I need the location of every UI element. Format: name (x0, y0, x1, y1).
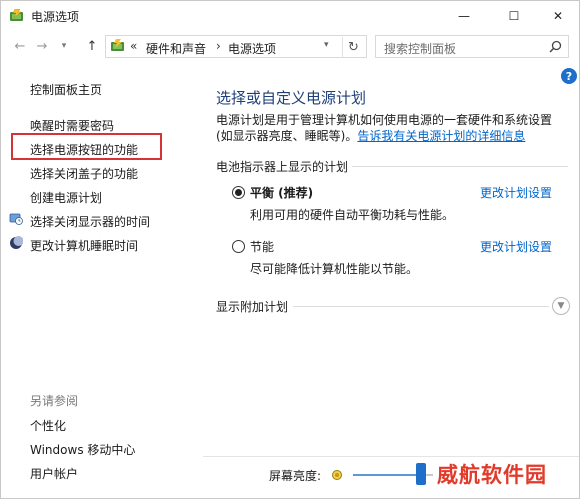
expand-chevron-icon[interactable]: ▼ (552, 297, 570, 315)
sidebar-item-create-plan[interactable]: 创建电源计划 (30, 189, 102, 206)
back-button[interactable]: ← (11, 37, 29, 55)
power-saver-plan-description: 尽可能降低计算机性能以节能。 (250, 262, 419, 276)
brightness-slider-thumb[interactable] (416, 463, 426, 485)
section-divider (352, 166, 568, 167)
close-button[interactable]: ✕ (535, 1, 580, 31)
monitor-clock-icon (9, 213, 23, 225)
power-saver-plan-radio[interactable] (232, 240, 245, 253)
brightness-slider-fill (353, 474, 421, 476)
sidebar-item-wake-password[interactable]: 唤醒时需要密码 (30, 117, 114, 134)
sun-icon (332, 470, 342, 480)
address-bar[interactable]: « 硬件和声音 › 电源选项 ▾ ↻ (105, 35, 367, 58)
balanced-plan-radio[interactable] (232, 186, 245, 199)
refresh-button[interactable]: ↻ (342, 37, 364, 57)
brightness-label: 屏幕亮度: (269, 469, 322, 483)
breadcrumb-power-options[interactable]: 电源选项 (228, 40, 276, 57)
breadcrumb-separator[interactable]: › (216, 39, 221, 53)
search-icon[interactable] (549, 40, 562, 53)
power-options-window: 电源选项 — ☐ ✕ ← → ▾ ↑ « 硬件和声音 › 电源选项 ▾ ↻ 搜索… (0, 0, 580, 499)
intro-paragraph: 电源计划是用于管理计算机如何使用电源的一套硬件和系统设置(如显示器亮度、睡眠等)… (216, 112, 568, 144)
recent-locations-dropdown[interactable]: ▾ (55, 37, 73, 55)
see-also-user-accounts[interactable]: 用户帐户 (30, 465, 78, 482)
window-title: 电源选项 (31, 10, 80, 24)
sidebar-item-sleep-time[interactable]: 更改计算机睡眠时间 (30, 237, 138, 254)
power-saver-plan-name[interactable]: 节能 (250, 238, 274, 255)
help-icon[interactable]: ? (561, 68, 577, 84)
title-bar: 电源选项 — ☐ ✕ (1, 1, 579, 31)
control-panel-home-link[interactable]: 控制面板主页 (30, 81, 102, 98)
search-box[interactable]: 搜索控制面板 (375, 35, 569, 58)
see-also-personalization[interactable]: 个性化 (30, 417, 66, 434)
navigation-bar: ← → ▾ ↑ « 硬件和声音 › 电源选项 ▾ ↻ 搜索控制面板 (1, 33, 579, 61)
see-also-heading: 另请参阅 (30, 394, 79, 408)
address-dropdown[interactable]: ▾ (324, 40, 329, 50)
sidebar-item-display-off-time[interactable]: 选择关闭显示器的时间 (30, 213, 150, 230)
page-title: 选择或自定义电源计划 (216, 89, 367, 107)
balanced-plan-settings-link[interactable]: 更改计划设置 (480, 184, 552, 201)
maximize-button[interactable]: ☐ (491, 1, 537, 31)
search-placeholder[interactable]: 搜索控制面板 (384, 40, 456, 57)
power-plans-info-link[interactable]: 告诉我有关电源计划的详细信息 (357, 129, 525, 143)
footer-divider (203, 456, 579, 457)
battery-plans-heading: 电池指示器上显示的计划 (216, 160, 349, 174)
power-saver-plan-settings-link[interactable]: 更改计划设置 (480, 238, 552, 255)
breadcrumb-overflow[interactable]: « (130, 39, 137, 53)
show-additional-plans-label[interactable]: 显示附加计划 (216, 298, 288, 315)
moon-sleep-icon (10, 236, 23, 249)
up-button[interactable]: ↑ (83, 37, 101, 55)
additional-plans-divider (293, 306, 549, 307)
sidebar-item-power-buttons[interactable]: 选择电源按钮的功能 (30, 141, 138, 158)
balanced-plan-name[interactable]: 平衡 (推荐) (250, 184, 313, 201)
power-options-icon (10, 9, 23, 21)
forward-button[interactable]: → (33, 37, 51, 55)
balanced-plan-description: 利用可用的硬件自动平衡功耗与性能。 (250, 208, 455, 222)
sidebar-item-lid-close[interactable]: 选择关闭盖子的功能 (30, 165, 138, 182)
see-also-mobility-center[interactable]: Windows 移动中心 (30, 441, 135, 458)
control-panel-icon (111, 39, 124, 51)
minimize-button[interactable]: — (441, 1, 487, 31)
watermark-text: 威航软件园 (437, 463, 547, 487)
breadcrumb-hardware-sound[interactable]: 硬件和声音 (146, 40, 206, 57)
